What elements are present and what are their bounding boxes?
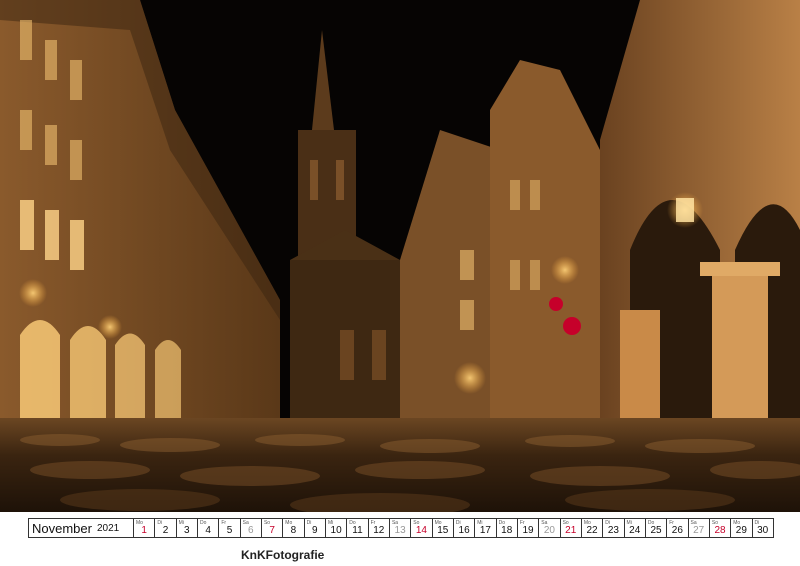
day-number: 3 <box>184 525 190 536</box>
calendar-day: Sa 27 <box>688 518 710 538</box>
calendar-day: Mi 24 <box>624 518 646 538</box>
day-number: 28 <box>714 525 726 536</box>
calendar-day: Fr 5 <box>219 518 241 538</box>
calendar-day: So 21 <box>560 518 582 538</box>
day-number: 27 <box>693 525 705 536</box>
day-number: 29 <box>735 525 747 536</box>
photographer-credit: KnKFotografie <box>241 548 325 562</box>
calendar-day: Do 11 <box>347 518 369 538</box>
calendar-page: November 2021 Mo 1 Di 2 Mi 3 Do 4 Fr 5 Sa 6 So 7 Mo 8 Di… <box>0 0 800 566</box>
day-number: 14 <box>415 525 427 536</box>
cobblestone-street <box>0 418 800 512</box>
day-number: 4 <box>205 525 211 536</box>
day-number: 1 <box>141 525 147 536</box>
day-number: 2 <box>162 525 169 536</box>
calendar-day: Mo 29 <box>731 518 753 538</box>
day-number: 19 <box>522 525 534 536</box>
calendar-day: Di 23 <box>603 518 625 538</box>
day-number: 9 <box>312 525 318 536</box>
calendar-day: Mo 22 <box>581 518 604 538</box>
calendar-day: Do 25 <box>645 518 668 538</box>
calendar-day: Sa 6 <box>240 518 262 538</box>
calendar-day: So 7 <box>261 518 284 538</box>
day-number: 7 <box>269 525 275 536</box>
calendar-day: Do 4 <box>197 518 220 538</box>
calendar-strip: November 2021 Mo 1 Di 2 Mi 3 Do 4 Fr 5 Sa 6 So 7 Mo 8 Di… <box>28 518 774 538</box>
day-number: 13 <box>394 525 406 536</box>
calendar-day: Mi 10 <box>325 518 348 538</box>
day-number: 11 <box>352 525 363 536</box>
day-number: 18 <box>501 525 513 536</box>
day-number: 16 <box>458 525 470 536</box>
calendar-day: Fr 19 <box>517 518 540 538</box>
day-number: 20 <box>543 525 555 536</box>
month-title: November 2021 <box>28 518 134 538</box>
calendar-day: Mo 8 <box>283 518 305 538</box>
calendar-day: Mo 15 <box>432 518 454 538</box>
calendar-day: Fr 12 <box>368 518 390 538</box>
calendar-day: Sa 20 <box>539 518 561 538</box>
year: 2021 <box>96 522 120 534</box>
calendar-day: Do 18 <box>496 518 518 538</box>
day-number: 30 <box>757 525 769 536</box>
day-number: 5 <box>226 525 233 536</box>
calendar-day: Mo 1 <box>134 518 156 538</box>
calendar-day: Mi 3 <box>176 518 198 538</box>
day-number: 10 <box>330 525 342 536</box>
day-number: 25 <box>650 525 662 536</box>
calendar-day: Fr 26 <box>667 518 689 538</box>
day-number: 12 <box>373 525 385 536</box>
day-number: 8 <box>290 525 297 536</box>
day-number: 6 <box>248 525 254 536</box>
calendar-day: So 28 <box>709 518 732 538</box>
calendar-photo <box>0 0 800 512</box>
day-number: 22 <box>586 525 598 536</box>
calendar-day: Sa 13 <box>389 518 412 538</box>
calendar-day: Mi 17 <box>475 518 497 538</box>
day-number: 24 <box>629 525 641 536</box>
month-name: November <box>32 520 92 536</box>
calendar-day: Di 30 <box>752 518 774 538</box>
day-number: 21 <box>565 525 577 536</box>
night-street-illustration <box>0 0 800 512</box>
day-number: 17 <box>479 525 491 536</box>
calendar-day: Di 9 <box>304 518 326 538</box>
days-row: Mo 1 Di 2 Mi 3 Do 4 Fr 5 Sa 6 So 7 Mo 8 Di 9 Mi 10 Do 11 Fr 12 S… <box>134 518 774 538</box>
day-number: 26 <box>671 525 683 536</box>
calendar-day: Di 16 <box>453 518 476 538</box>
day-number: 15 <box>437 525 449 536</box>
day-number: 23 <box>607 525 619 536</box>
calendar-day: Di 2 <box>155 518 177 538</box>
calendar-day: So 14 <box>411 518 433 538</box>
